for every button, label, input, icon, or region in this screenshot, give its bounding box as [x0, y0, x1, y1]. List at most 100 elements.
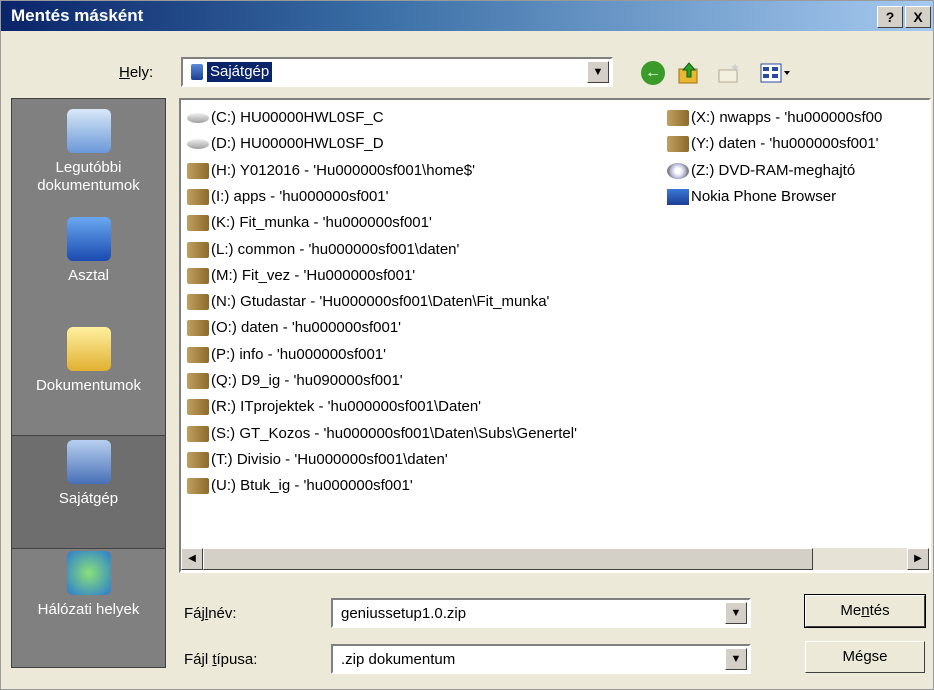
views-menu-icon[interactable] [759, 61, 793, 85]
dvd-drive-icon [667, 162, 689, 179]
list-item-label: (H:) Y012016 - 'Hu000000sf001\home$' [211, 161, 475, 179]
scroll-left-icon[interactable]: ◀ [181, 548, 203, 570]
network-drive-icon [187, 162, 209, 179]
list-item[interactable]: (Q:) D9_ig - 'hu090000sf001' [187, 369, 403, 393]
list-item-label: (Z:) DVD-RAM-meghajtó [691, 161, 856, 179]
list-item-label: (Y:) daten - 'hu000000sf001' [691, 135, 879, 153]
help-button[interactable]: ? [877, 6, 903, 28]
network-drive-icon [187, 373, 209, 390]
list-item[interactable]: (H:) Y012016 - 'Hu000000sf001\home$' [187, 159, 475, 183]
look-in-label: Hely: [119, 64, 154, 81]
dialog-title: Mentés másként [11, 6, 144, 25]
list-item-label: (M:) Fit_vez - 'Hu000000sf001' [211, 266, 416, 284]
place-desktop[interactable]: Asztal [12, 217, 165, 285]
list-item[interactable]: (I:) apps - 'hu000000sf001' [187, 185, 389, 209]
phone-icon [667, 188, 689, 205]
list-item-label: (D:) HU00000HWL0SF_D [211, 135, 384, 153]
filename-label: Fájlnév: [184, 605, 237, 622]
place-documents[interactable]: Dokumentumok [12, 327, 165, 395]
list-item[interactable]: (X:) nwapps - 'hu000000sf00 [667, 106, 882, 130]
place-label: Sajátgép [58, 490, 119, 507]
list-item[interactable]: (U:) Btuk_ig - 'hu000000sf001' [187, 474, 413, 498]
network-drive-icon [187, 478, 209, 495]
network-drive-icon [187, 425, 209, 442]
documents-icon [66, 327, 111, 371]
filetype-value: .zip dokumentum [341, 651, 456, 668]
network-drive-icon [187, 267, 209, 284]
recent-documents-icon [66, 109, 111, 153]
hard-drive-icon [187, 139, 209, 150]
list-item-label: (C:) HU00000HWL0SF_C [211, 109, 384, 126]
network-drive-icon [187, 294, 209, 311]
save-button[interactable]: Mentés [804, 594, 926, 628]
filename-value: geniussetup1.0.zip [341, 605, 467, 622]
place-label: Hálózati helyek [37, 601, 140, 618]
network-drive-icon [187, 188, 209, 205]
list-item[interactable]: (T:) Divisio - 'Hu000000sf001\daten' [187, 448, 448, 472]
my-computer-icon [66, 440, 111, 484]
place-label: Dokumentumok [35, 377, 142, 394]
network-drive-icon [187, 215, 209, 232]
network-drive-icon [667, 110, 689, 127]
filetype-label: Fájl típusa: [184, 651, 258, 668]
my-computer-icon [191, 64, 203, 80]
network-drive-icon [187, 241, 209, 258]
place-label: Legutóbbi dokumentumok [37, 159, 140, 194]
list-item-label: (S:) GT_Kozos - 'hu000000sf001\Daten\Sub… [211, 424, 577, 442]
list-item-label: (Q:) D9_ig - 'hu090000sf001' [211, 372, 403, 389]
list-item-label: (I:) apps - 'hu000000sf001' [211, 187, 389, 205]
list-item[interactable]: (S:) GT_Kozos - 'hu000000sf001\Daten\Sub… [187, 422, 577, 446]
cancel-button[interactable]: Mégse [805, 641, 925, 673]
place-recent-documents[interactable]: Legutóbbi dokumentumok [12, 109, 165, 195]
close-button[interactable]: X [905, 6, 931, 28]
desktop-icon [66, 217, 111, 261]
list-item-label: (R:) ITprojektek - 'hu000000sf001\Daten' [211, 398, 482, 416]
list-item-label: Nokia Phone Browser [691, 187, 837, 205]
up-folder-icon[interactable] [677, 61, 701, 85]
filetype-select[interactable]: .zip dokumentum ▼ [331, 644, 751, 674]
chevron-down-icon[interactable]: ▼ [587, 61, 609, 83]
list-item[interactable]: (L:) common - 'hu000000sf001\daten' [187, 238, 459, 262]
back-icon[interactable]: ← [641, 61, 665, 85]
network-drive-icon [187, 451, 209, 468]
list-item-label: (U:) Btuk_ig - 'hu000000sf001' [211, 477, 413, 495]
places-bar: Legutóbbi dokumentumok Asztal Dokumentumo… [11, 98, 166, 668]
network-drive-icon [667, 136, 689, 153]
network-drive-icon [187, 320, 209, 337]
look-in-label-rest: ely: [129, 64, 154, 81]
list-item[interactable]: (K:) Fit_munka - 'hu000000sf001' [187, 211, 432, 235]
place-my-computer[interactable]: Sajátgép [12, 435, 165, 549]
list-item[interactable]: (R:) ITprojektek - 'hu000000sf001\Daten' [187, 395, 481, 419]
new-folder-icon[interactable] [717, 61, 741, 85]
save-as-dialog: Mentés másként ? X Hely: Sajátgép ▼ ← Le… [0, 0, 934, 690]
place-network-places[interactable]: Hálózati helyek [12, 551, 165, 619]
hard-drive-icon [187, 113, 209, 124]
list-item[interactable]: (N:) Gtudastar - 'Hu000000sf001\Daten\Fi… [187, 290, 549, 314]
list-item[interactable]: (Z:) DVD-RAM-meghajtó [667, 159, 855, 183]
list-item[interactable]: (P:) info - 'hu000000sf001' [187, 343, 386, 367]
list-item[interactable]: (M:) Fit_vez - 'Hu000000sf001' [187, 264, 415, 288]
scroll-thumb[interactable] [203, 548, 813, 570]
list-item-label: (L:) common - 'hu000000sf001\daten' [211, 240, 460, 258]
list-item-label: (N:) Gtudastar - 'Hu000000sf001\Daten\Fi… [211, 293, 550, 311]
chevron-down-icon[interactable]: ▼ [725, 648, 747, 670]
list-item-label: (K:) Fit_munka - 'hu000000sf001' [211, 214, 432, 232]
network-drive-icon [187, 399, 209, 416]
list-item-label: (P:) info - 'hu000000sf001' [211, 345, 387, 363]
list-item[interactable]: (C:) HU00000HWL0SF_C [187, 106, 384, 130]
look-in-combo[interactable]: Sajátgép ▼ [181, 57, 613, 87]
file-list[interactable]: (C:) HU00000HWL0SF_C (D:) HU00000HWL0SF_D… [179, 98, 931, 573]
list-item[interactable]: (D:) HU00000HWL0SF_D [187, 132, 384, 156]
scroll-right-icon[interactable]: ▶ [907, 548, 929, 570]
chevron-down-icon[interactable]: ▼ [725, 602, 747, 624]
list-item-label: (X:) nwapps - 'hu000000sf00 [691, 109, 883, 126]
horizontal-scrollbar[interactable]: ◀ ▶ [181, 548, 929, 570]
list-item[interactable]: (O:) daten - 'hu000000sf001' [187, 316, 401, 340]
list-item[interactable]: (Y:) daten - 'hu000000sf001' [667, 132, 879, 156]
title-bar: Mentés másként ? X [1, 1, 933, 31]
network-places-icon [66, 551, 111, 595]
network-drive-icon [187, 346, 209, 363]
look-in-value: Sajátgép [207, 62, 273, 82]
list-item[interactable]: Nokia Phone Browser [667, 185, 836, 209]
filename-input[interactable]: geniussetup1.0.zip ▼ [331, 598, 751, 628]
